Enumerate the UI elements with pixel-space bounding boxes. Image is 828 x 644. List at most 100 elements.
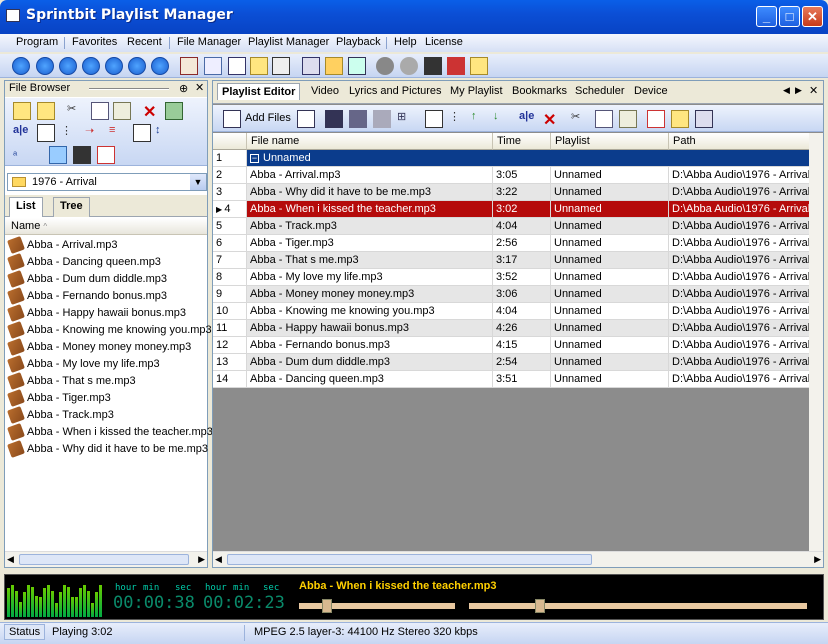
disc-icon[interactable] [376,57,394,75]
tab-scroll-left-icon[interactable]: ◀ [783,85,790,96]
table-row[interactable]: 12 Abba - Fernando bonus.mp3 4:15 Unnamed D:… [213,337,823,354]
minimize-button[interactable]: _ [756,6,777,27]
move-down-icon[interactable]: ↓ [493,110,511,128]
volume-bar[interactable] [469,599,807,613]
table-row[interactable]: 3 Abba - Why did it have to be me.mp3 3:22… [213,184,823,201]
pin-icon[interactable]: ⊕ [179,82,188,95]
scroll-right-icon[interactable]: ▶ [814,554,821,565]
save-all-icon[interactable] [349,110,367,128]
seek-thumb[interactable] [322,599,333,613]
column-header-playlist[interactable]: Playlist [551,133,669,150]
file-list-item[interactable]: Abba - My love my life.mp3 [7,355,160,374]
move-up-icon[interactable]: ↑ [471,110,489,128]
file-list-item[interactable]: Abba - Money money money.mp3 [7,338,191,357]
rename-icon[interactable]: a|e [519,110,537,128]
panel-close-icon[interactable]: ✕ [195,81,204,94]
previous-icon[interactable] [82,57,100,75]
tab-scheduler[interactable]: Scheduler [575,85,625,97]
menu-license[interactable]: License [425,36,463,48]
cut-icon[interactable]: ✂ [571,110,589,128]
scroll-left-icon[interactable]: ◀ [7,554,14,565]
table-row[interactable]: 5 Abba - Track.mp3 4:04 Unnamed D:\Abba Audi… [213,218,823,235]
title-bar[interactable]: Sprintbit Playlist Manager _ □ ✕ [0,0,828,34]
menu-recent[interactable]: Recent [127,36,162,48]
menu-program[interactable]: Program [16,36,58,48]
close-button[interactable]: ✕ [802,6,823,27]
rename-icon[interactable]: a|e [13,124,31,142]
scroll-right-icon[interactable]: ▶ [198,554,205,565]
chevron-down-icon[interactable]: ▼ [190,174,206,190]
add-files-icon[interactable] [223,110,241,128]
menu-file-manager[interactable]: File Manager [177,36,241,48]
sort-order-icon[interactable]: ↕ [155,124,173,142]
folder-search-icon[interactable] [671,110,689,128]
file-list-item[interactable]: Abba - Why did it have to be me.mp3 [7,440,208,459]
menu-playlist-manager[interactable]: Playlist Manager [248,36,329,48]
tabs-close-icon[interactable]: ✕ [809,84,818,97]
file-list-item[interactable]: Abba - When i kissed the teacher.mp3 [7,423,213,442]
file-list-item[interactable]: Abba - That s me.mp3 [7,372,136,391]
properties-icon[interactable] [133,124,151,142]
select-all-icon[interactable] [37,124,55,142]
table-row[interactable]: ▶ 4 Abba - When i kissed the teacher.mp3 3… [213,201,823,218]
scroll-left-icon[interactable]: ◀ [215,554,222,565]
arrow-icon[interactable]: ➝ [85,124,103,142]
fast-forward-icon[interactable] [151,57,169,75]
duplicate-icon[interactable] [373,110,391,128]
view-options-icon[interactable]: ₐ [13,146,31,164]
table-row[interactable]: 7 Abba - That s me.mp3 3:17 Unnamed D:\Abba … [213,252,823,269]
table-row[interactable]: 10 Abba - Knowing me knowing you.mp3 4:04 U… [213,303,823,320]
tab-scroll-right-icon[interactable]: ▶ [795,85,802,96]
rewind-icon[interactable] [128,57,146,75]
table-row[interactable]: 2 Abba - Arrival.mp3 3:05 Unnamed D:\Abba Au… [213,167,823,184]
table-row[interactable]: 6 Abba - Tiger.mp3 2:56 Unnamed D:\Abba Audi… [213,235,823,252]
tab-my-playlist[interactable]: My Playlist [450,85,503,97]
folder-select[interactable]: 1976 - Arrival ▼ [7,173,207,191]
book-icon[interactable] [348,57,366,75]
editor-horizontal-scrollbar[interactable]: ◀ ▶ [213,551,823,567]
menu-playback[interactable]: Playback [336,36,381,48]
column-header-path[interactable]: Path [669,133,823,150]
tab-video[interactable]: Video [311,85,339,97]
list-view-icon[interactable]: ⋮ [61,124,79,142]
cut-icon[interactable]: ✂ [67,102,85,120]
stop-icon[interactable] [59,57,77,75]
file-list-item[interactable]: Abba - Knowing me knowing you.mp3 [7,321,212,340]
play-icon[interactable] [12,57,30,75]
vertical-scrollbar[interactable] [809,133,823,563]
remove-icon[interactable]: ✕ [543,110,561,129]
repeat-icon[interactable] [325,57,343,75]
next-icon[interactable] [105,57,123,75]
tab-playlist-editor[interactable]: Playlist Editor [217,83,301,100]
copy-window-icon[interactable] [470,57,488,75]
column-header-file-name[interactable]: File name [247,133,493,150]
file-list-item[interactable]: Abba - Happy hawaii bonus.mp3 [7,304,186,323]
layout-icon[interactable] [250,57,268,75]
table-row[interactable]: 9 Abba - Money money money.mp3 3:06 Unnamed… [213,286,823,303]
scroll-thumb[interactable] [19,554,189,565]
table-row[interactable]: 11 Abba - Happy hawaii bonus.mp3 4:26 Unnam… [213,320,823,337]
codec-icon[interactable] [447,57,465,75]
add-files-button[interactable]: Add Files [245,112,291,124]
tab-list[interactable]: List [9,197,43,217]
search-icon[interactable] [180,57,198,75]
delete-icon[interactable]: ✕ [143,102,161,121]
tab-lyrics-and-pictures[interactable]: Lyrics and Pictures [349,85,442,97]
zoom-icon[interactable] [204,57,222,75]
table-row[interactable]: 13 Abba - Dum dum diddle.mp3 2:54 Unnamed D:… [213,354,823,371]
column-header-index[interactable] [213,133,247,150]
tree-icon[interactable]: ⊞ [397,110,415,128]
tab-device[interactable]: Device [634,85,668,97]
seek-bar[interactable] [299,599,455,613]
scroll-thumb[interactable] [227,554,592,565]
fullscreen-icon[interactable] [272,57,290,75]
windows-icon[interactable] [695,110,713,128]
collapse-icon[interactable]: − [250,154,259,163]
horizontal-scrollbar[interactable]: ◀ ▶ [5,551,207,567]
binoculars-icon[interactable] [424,57,442,75]
list-icon[interactable]: ⋮ [449,110,467,128]
paste-icon[interactable] [113,102,131,120]
volume-thumb[interactable] [534,599,545,613]
cd-burn-icon[interactable] [400,57,418,75]
copy-icon[interactable] [91,102,109,120]
